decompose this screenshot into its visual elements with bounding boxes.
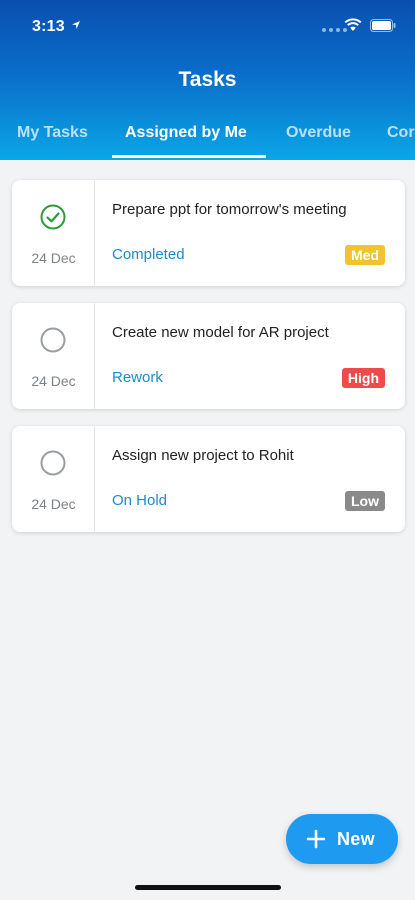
task-status: On Hold xyxy=(112,492,168,509)
tab-completed[interactable]: Cor xyxy=(387,124,415,142)
task-title: Create new model for AR project xyxy=(112,324,329,341)
task-status: Completed xyxy=(112,246,185,263)
tab-my-tasks[interactable]: My Tasks xyxy=(17,124,88,142)
plus-icon xyxy=(306,829,326,849)
task-card[interactable]: 24 Dec Create new model for AR project R… xyxy=(12,303,405,409)
tab-overdue[interactable]: Overdue xyxy=(286,124,351,142)
app-header: 3:13 Tasks My Tasks Assigned by Me Overd… xyxy=(0,0,415,160)
task-card[interactable]: 24 Dec Assign new project to Rohit On Ho… xyxy=(12,426,405,532)
empty-circle-icon[interactable] xyxy=(40,450,66,476)
task-date-column: 24 Dec xyxy=(12,303,95,409)
home-indicator xyxy=(135,885,281,890)
task-card[interactable]: 24 Dec Prepare ppt for tomorrow's meetin… xyxy=(12,180,405,286)
tab-assigned-by-me[interactable]: Assigned by Me xyxy=(125,124,247,142)
wifi-icon xyxy=(344,18,362,31)
task-title: Prepare ppt for tomorrow's meeting xyxy=(112,201,347,218)
battery-icon xyxy=(370,19,396,32)
check-circle-icon[interactable] xyxy=(40,204,66,230)
location-arrow-icon xyxy=(72,21,80,29)
task-date: 24 Dec xyxy=(31,496,76,512)
priority-badge: Low xyxy=(345,491,385,511)
task-date: 24 Dec xyxy=(31,373,76,389)
priority-badge: High xyxy=(341,368,385,388)
task-title: Assign new project to Rohit xyxy=(112,447,294,464)
new-task-button[interactable]: New xyxy=(286,814,398,864)
task-date-column: 24 Dec xyxy=(12,426,95,532)
active-tab-indicator xyxy=(112,155,266,158)
status-bar: 3:13 xyxy=(0,0,415,50)
status-time: 3:13 xyxy=(32,18,65,35)
page-title: Tasks xyxy=(178,68,237,91)
new-task-label: New xyxy=(337,829,375,849)
task-date: 24 Dec xyxy=(31,250,76,266)
task-status: Rework xyxy=(112,369,163,386)
priority-badge: Med xyxy=(345,245,385,265)
empty-circle-icon[interactable] xyxy=(40,327,66,353)
task-date-column: 24 Dec xyxy=(12,180,95,286)
tab-bar: My Tasks Assigned by Me Overdue Cor xyxy=(0,114,415,158)
